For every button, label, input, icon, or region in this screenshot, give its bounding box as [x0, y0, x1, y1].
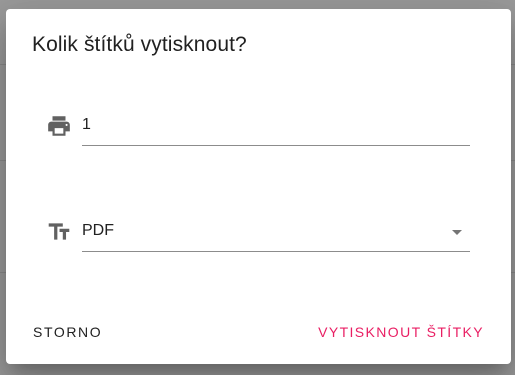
background-divider [511, 272, 515, 273]
dropdown-arrow-icon[interactable] [452, 230, 462, 235]
format-row: PDF [46, 215, 470, 255]
print-labels-button[interactable]: VYTISKNOUT ŠTÍTKY [318, 324, 484, 340]
text-format-icon [46, 219, 72, 245]
background-divider [511, 64, 515, 65]
cancel-button[interactable]: STORNO [33, 324, 102, 340]
printer-icon [46, 113, 72, 139]
copies-row: 1 [46, 109, 470, 149]
background-divider [511, 160, 515, 161]
format-select[interactable]: PDF [82, 215, 470, 252]
dialog-title: Kolik štítků vytisknout? [32, 33, 247, 56]
copies-value: 1 [82, 116, 91, 133]
format-value: PDF [82, 222, 114, 239]
print-labels-dialog: Kolik štítků vytisknout? 1 PDF STORNO VY… [6, 9, 511, 364]
copies-input[interactable]: 1 [82, 109, 470, 146]
